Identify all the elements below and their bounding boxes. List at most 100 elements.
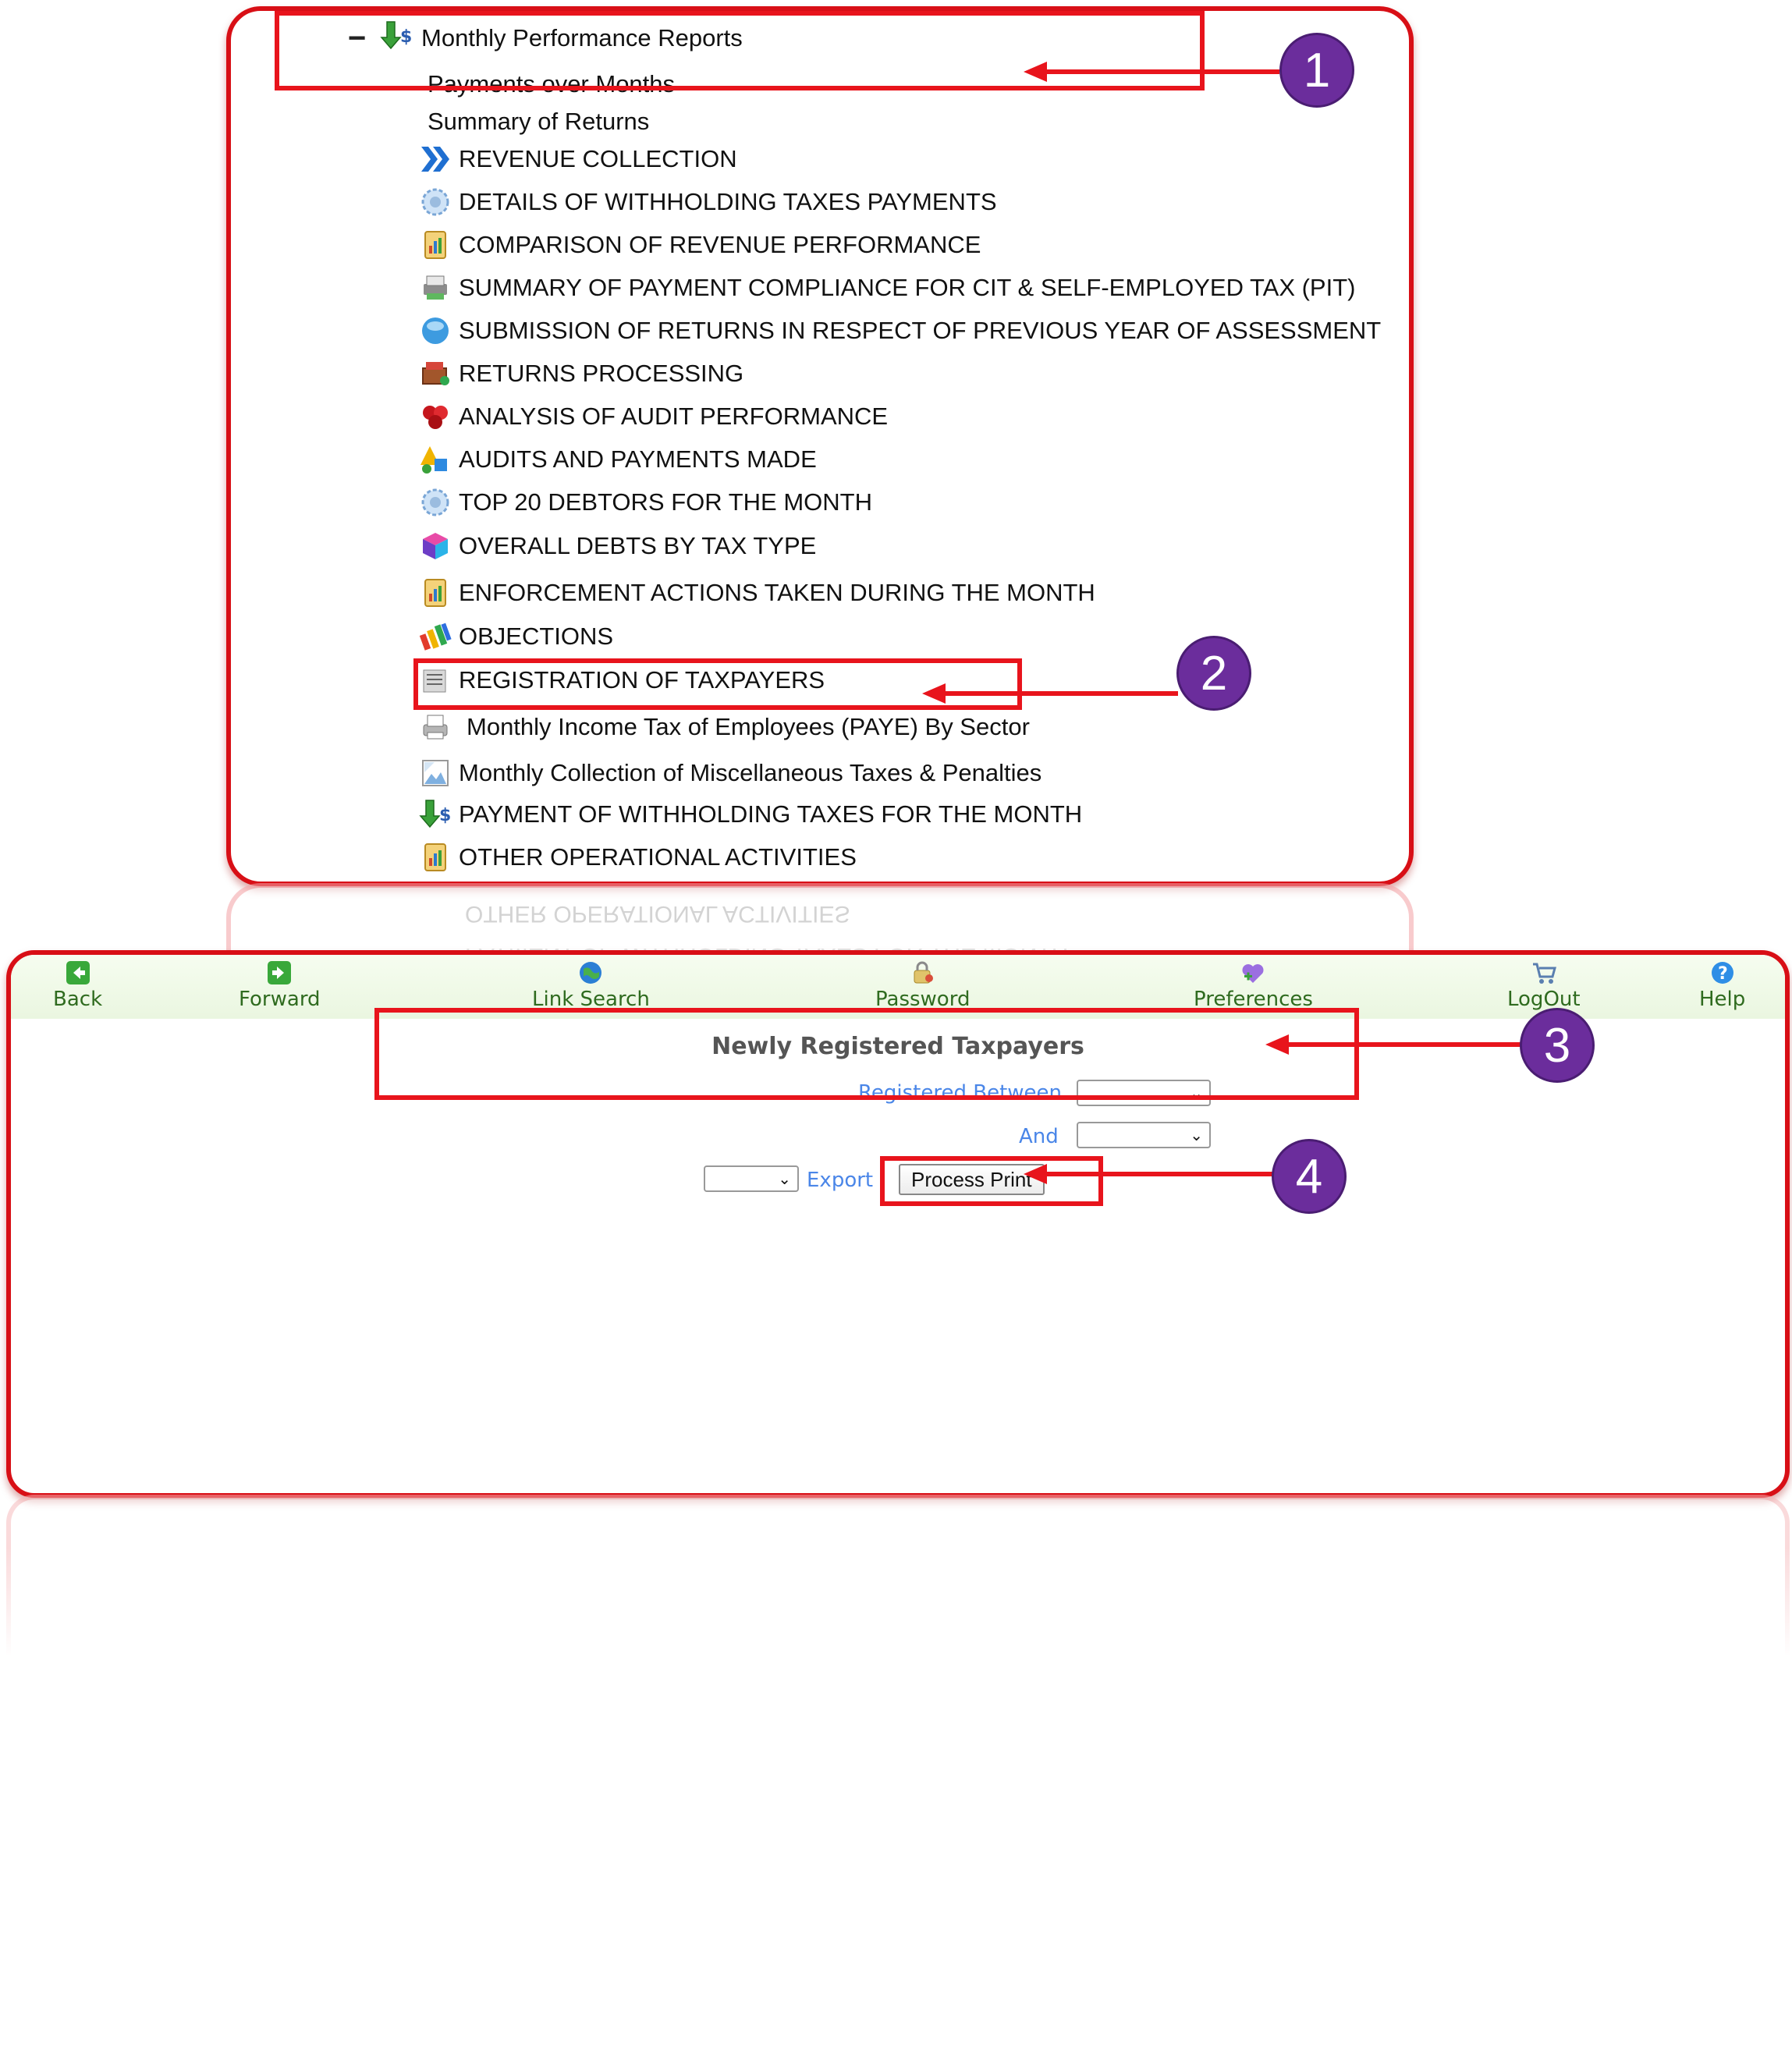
annotation-arrowhead-1 [1024,62,1047,82]
report-tree-panel: − $ Monthly Performance Reports Payments… [226,6,1414,886]
chevron-down-icon: ⌄ [778,1170,791,1188]
report-label: TOP 20 DEBTORS FOR THE MONTH [459,488,872,516]
report-payment-compliance[interactable]: SUMMARY OF PAYMENT COMPLIANCE FOR CIT & … [418,271,1355,305]
report-label: Monthly Collection of Miscellaneous Taxe… [459,759,1042,786]
and-label: And [1019,1125,1059,1148]
report-miscellaneous-taxes-penalties[interactable]: Monthly Collection of Miscellaneous Taxe… [418,756,1041,790]
chevron-down-icon: ⌄ [1190,1126,1203,1144]
colored-shapes-icon [418,442,452,477]
globe-icon [580,962,602,984]
annotation-badge-2: 2 [1176,636,1251,711]
lock-key-icon [914,961,933,984]
report-label: REGISTRATION OF TAXPAYERS [459,666,825,694]
annotation-badge-3: 3 [1520,1008,1595,1083]
password-label: Password [875,988,971,1011]
report-objections[interactable]: OBJECTIONS [418,619,613,654]
report-label: OTHER OPERATIONAL ACTIVITIES [459,843,857,871]
broken-image-icon [418,756,452,790]
back-button[interactable]: Back [53,960,102,1011]
forward-button[interactable]: Forward [239,960,321,1011]
red-flower-icon [418,399,452,434]
help-button[interactable]: ? Help [1699,960,1745,1011]
help-icon: ? [1711,962,1733,984]
preferences-button[interactable]: Preferences [1194,960,1313,1011]
password-button[interactable]: Password [875,960,970,1011]
globe-gear-icon [418,485,452,520]
color-cube-icon [418,529,452,563]
document-stack-icon [418,663,452,697]
report-top-20-debtors[interactable]: TOP 20 DEBTORS FOR THE MONTH [418,485,872,520]
globe-gear-icon [418,185,452,219]
printer-stack-icon [418,271,452,305]
annotation-arrowhead-4 [1024,1164,1047,1184]
report-audits-and-payments[interactable]: AUDITS AND PAYMENTS MADE [418,442,817,477]
report-overall-debts-by-tax-type[interactable]: OVERALL DEBTS BY TAX TYPE [418,529,816,563]
annotation-badge-1: 1 [1279,33,1354,108]
annotation-arrow-2 [944,691,1178,696]
annotation-badge-4: 4 [1272,1139,1347,1214]
report-submission-of-returns[interactable]: SUBMISSION OF RETURNS IN RESPECT OF PREV… [418,314,1381,348]
clipboard-chart-icon [418,228,452,262]
svg-text:?: ? [1718,964,1728,984]
annotation-arrow-4 [1045,1172,1276,1176]
report-label: REVENUE COLLECTION [459,145,737,172]
heart-plus-icon [1242,964,1264,983]
blue-orb-icon [418,314,452,348]
report-audit-performance[interactable]: ANALYSIS OF AUDIT PERFORMANCE [418,399,888,434]
svg-text:$: $ [439,806,451,825]
collapse-icon[interactable]: − [348,23,371,54]
report-label: COMPARISON OF REVENUE PERFORMANCE [459,231,981,258]
tree-node-monthly-performance-reports[interactable]: − $ Monthly Performance Reports [348,19,743,57]
link-search-button[interactable]: Link Search [532,960,650,1011]
and-date-select[interactable]: ⌄ [1077,1122,1211,1148]
logout-label: LogOut [1507,988,1581,1011]
tree-item-label: Payments over Months [428,70,676,98]
tree-item-summary-of-returns[interactable]: Summary of Returns [428,108,649,136]
clipboard-chart-icon [418,840,452,874]
report-returns-processing[interactable]: RETURNS PROCESSING [418,357,743,391]
chevron-down-icon: ⌄ [1190,1084,1203,1102]
report-label: Monthly Income Tax of Employees (PAYE) B… [467,713,1030,740]
registered-between-label: Registered Between [858,1081,1063,1105]
report-monthly-paye-by-sector[interactable]: Monthly Income Tax of Employees (PAYE) B… [418,710,1030,744]
annotation-arrowhead-3 [1265,1034,1289,1055]
report-other-operational-activities[interactable]: OTHER OPERATIONAL ACTIVITIES [418,840,857,874]
money-arrow-icon: $ [379,19,413,57]
report-registration-of-taxpayers[interactable]: REGISTRATION OF TAXPAYERS [418,663,825,697]
export-link[interactable]: Export [807,1169,873,1192]
forward-arrow-icon [268,961,292,984]
report-withholding-taxes-payments[interactable]: DETAILS OF WITHHOLDING TAXES PAYMENTS [418,185,997,219]
report-comparison-revenue-performance[interactable]: COMPARISON OF REVENUE PERFORMANCE [418,228,981,262]
help-label: Help [1699,988,1746,1011]
report-revenue-collection[interactable]: REVENUE COLLECTION [418,142,737,176]
back-arrow-icon [66,961,90,984]
forward-label: Forward [239,988,321,1011]
process-print-button[interactable]: Process Print [899,1164,1045,1195]
tree-item-payments-over-months[interactable]: Payments over Months [428,70,675,98]
tree-item-label: Summary of Returns [428,108,650,135]
report-label: ENFORCEMENT ACTIONS TAKEN DURING THE MON… [459,579,1095,606]
report-payment-of-withholding-taxes[interactable]: $ PAYMENT OF WITHHOLDING TAXES FOR THE M… [418,797,1082,832]
export-format-select[interactable]: ⌄ [704,1165,799,1192]
svg-text:$: $ [400,27,412,47]
report-label: SUBMISSION OF RETURNS IN RESPECT OF PREV… [459,317,1382,344]
annotation-arrow-3 [1287,1042,1521,1047]
logout-button[interactable]: LogOut [1507,960,1581,1011]
report-label: PAYMENT OF WITHHOLDING TAXES FOR THE MON… [459,800,1083,828]
report-label: OBJECTIONS [459,623,614,650]
navigation-toolbar: Back Forward Link Search Password Prefer… [11,955,1785,1019]
top-panel-reflection: OTHER OPERATIONAL ACTIVITIES PAYMENT OF … [226,883,1414,958]
registered-between-select[interactable]: ⌄ [1077,1080,1211,1106]
bottom-panel-reflection [6,1495,1790,1655]
report-label: ANALYSIS OF AUDIT PERFORMANCE [459,403,889,430]
reflection-text: OTHER OPERATIONAL ACTIVITIES [465,901,850,927]
annotation-arrow-1 [1045,69,1279,74]
back-label: Back [53,988,103,1011]
report-enforcement-actions[interactable]: ENFORCEMENT ACTIONS TAKEN DURING THE MON… [418,576,1095,610]
preferences-label: Preferences [1194,988,1313,1011]
link-search-label: Link Search [532,988,650,1011]
money-arrow-icon: $ [418,797,452,832]
report-label: AUDITS AND PAYMENTS MADE [459,445,817,473]
annotation-arrowhead-2 [922,683,946,704]
cart-icon [1532,963,1556,984]
